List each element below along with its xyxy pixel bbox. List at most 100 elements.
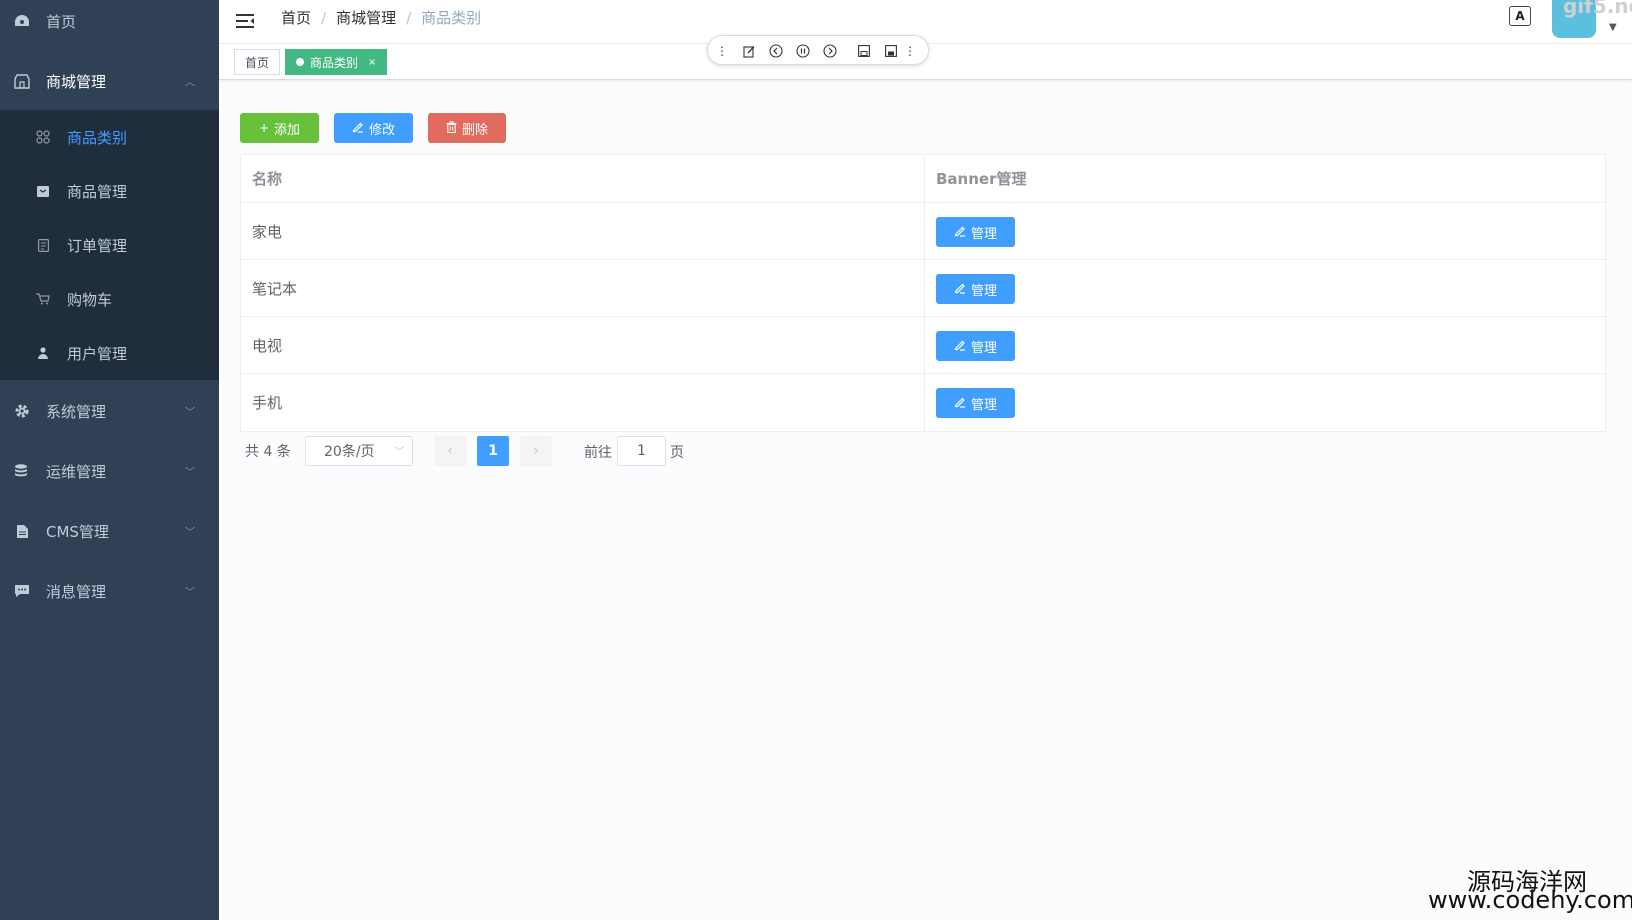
table-cell-name: 手机 <box>241 374 925 431</box>
table-cell-actions: 管理 <box>925 317 1607 374</box>
table-header-name: 名称 <box>241 155 925 203</box>
breadcrumb-separator: / <box>406 8 412 27</box>
tag-home[interactable]: 首页 <box>234 49 281 75</box>
add-button[interactable]: + 添加 <box>240 113 319 143</box>
page-number-button[interactable]: 1 <box>477 436 509 466</box>
save-icon[interactable] <box>856 43 872 59</box>
page-unit-label: 页 <box>670 445 684 461</box>
watermark-top: gif5.ne <box>1563 0 1632 18</box>
manage-button-label: 管理 <box>970 340 997 356</box>
sidebar-item-label: 商品管理 <box>67 182 128 201</box>
page-size-value: 20条/页 <box>324 444 375 460</box>
table-row[interactable]: 手机 管理 <box>241 374 1607 431</box>
menu-item-system[interactable]: 系统管理 ﹀ <box>0 383 219 439</box>
chevron-up-icon: ︿ <box>185 77 195 89</box>
sidebar: 首页 商城管理 ︿ 商品类别 商品管理 订单管理 购物车 用户管理 系统管理 ﹀… <box>0 0 219 920</box>
prev-page-button[interactable]: ‹ <box>434 436 466 466</box>
next-page-button[interactable]: › <box>520 436 552 466</box>
delete-button-label: 删除 <box>461 122 488 138</box>
back-icon[interactable] <box>768 43 784 59</box>
document-icon <box>36 238 50 252</box>
edit-icon <box>954 282 966 297</box>
menu-item-ops[interactable]: 运维管理 ﹀ <box>0 443 219 499</box>
translate-icon[interactable]: A <box>1509 6 1531 26</box>
tag-label: 首页 <box>245 55 270 70</box>
breadcrumb-home[interactable]: 首页 <box>281 7 311 28</box>
chevron-down-icon: ﹀ <box>185 467 195 479</box>
user-icon <box>36 346 50 360</box>
edit-button-label: 修改 <box>368 122 395 138</box>
pause-icon[interactable] <box>795 43 811 59</box>
gear-icon <box>14 403 30 419</box>
forward-icon[interactable] <box>822 43 838 59</box>
sidebar-item-orders[interactable]: 订单管理 <box>0 218 219 272</box>
menu-item-mall[interactable]: 商城管理 ︿ <box>0 53 219 109</box>
table-cell-actions: 管理 <box>925 260 1607 317</box>
submenu-mall: 商品类别 商品管理 订单管理 购物车 用户管理 <box>0 110 219 380</box>
goto-page-input[interactable] <box>617 436 666 466</box>
menu-item-label: 商城管理 <box>46 72 107 91</box>
table-row[interactable]: 家电 管理 <box>241 203 1607 260</box>
more-icon[interactable]: ⋮ <box>902 43 918 59</box>
dashboard-icon <box>14 13 30 29</box>
menu-item-cms[interactable]: CMS管理 ﹀ <box>0 503 219 559</box>
page-size-select[interactable]: 20条/页 ﹀ <box>305 436 413 466</box>
manage-button-label: 管理 <box>970 283 997 299</box>
manage-button[interactable]: 管理 <box>936 274 1015 304</box>
manage-button[interactable]: 管理 <box>936 331 1015 361</box>
chevron-down-icon: ﹀ <box>185 527 195 539</box>
table-cell-name: 家电 <box>241 203 925 260</box>
shop-icon <box>14 73 30 89</box>
file-icon <box>14 523 30 539</box>
navbar: 首页 / 商城管理 / 商品类别 A gif5.ne ▼ <box>219 0 1632 44</box>
translate-label: A <box>1515 9 1525 23</box>
sidebar-item-label: 购物车 <box>67 290 113 309</box>
trash-icon <box>446 120 457 136</box>
menu-item-label: 消息管理 <box>46 582 107 601</box>
watermark-url: www.codehy.com <box>1428 886 1632 914</box>
grid-icon <box>36 130 50 144</box>
hamburger-icon[interactable] <box>235 12 255 30</box>
plus-icon: + <box>258 121 270 135</box>
table-row[interactable]: 笔记本 管理 <box>241 260 1607 317</box>
tag-category[interactable]: 商品类别 × <box>285 49 388 75</box>
sidebar-item-cart[interactable]: 购物车 <box>0 272 219 326</box>
menu-item-messages[interactable]: 消息管理 ﹀ <box>0 563 219 619</box>
save-as-icon[interactable] <box>883 43 899 59</box>
delete-button[interactable]: 删除 <box>428 113 506 143</box>
menu-item-label: 首页 <box>46 12 77 31</box>
edit-icon[interactable] <box>741 43 757 59</box>
chevron-down-icon: ﹀ <box>394 447 404 458</box>
database-icon <box>14 463 30 479</box>
category-table: 名称 Banner管理 家电 管理 笔记本 管理 电视 管理 手机 管理 <box>240 154 1607 432</box>
sidebar-item-users[interactable]: 用户管理 <box>0 326 219 380</box>
chevron-down-icon: ﹀ <box>185 407 195 419</box>
active-dot-icon <box>296 58 304 66</box>
table-cell-actions: 管理 <box>925 374 1607 431</box>
sidebar-item-products[interactable]: 商品管理 <box>0 164 219 218</box>
menu-item-label: CMS管理 <box>46 522 109 541</box>
table-row[interactable]: 电视 管理 <box>241 317 1607 374</box>
close-icon[interactable]: × <box>368 57 376 68</box>
cart-icon <box>36 292 50 306</box>
edit-icon <box>954 396 966 411</box>
pagination-total: 共 4 条 <box>245 444 291 460</box>
sidebar-item-category[interactable]: 商品类别 <box>0 110 219 164</box>
breadcrumb: 首页 / 商城管理 / 商品类别 <box>281 7 481 28</box>
manage-button-label: 管理 <box>970 397 997 413</box>
manage-button[interactable]: 管理 <box>936 388 1015 418</box>
table-header-banner: Banner管理 <box>925 155 1607 203</box>
tag-label: 商品类别 <box>310 55 359 70</box>
chat-icon <box>14 583 30 599</box>
edit-icon <box>954 339 966 354</box>
caret-down-icon[interactable]: ▼ <box>1609 22 1617 33</box>
table-cell-actions: 管理 <box>925 203 1607 260</box>
manage-button[interactable]: 管理 <box>936 217 1015 247</box>
edit-button[interactable]: 修改 <box>334 113 413 143</box>
drag-handle-icon[interactable]: ⋮ <box>714 43 730 59</box>
edit-icon <box>954 225 966 240</box>
chevron-down-icon: ﹀ <box>185 587 195 599</box>
menu-item-home[interactable]: 首页 <box>0 0 219 49</box>
breadcrumb-mall[interactable]: 商城管理 <box>336 7 396 28</box>
menu-item-label: 运维管理 <box>46 462 107 481</box>
